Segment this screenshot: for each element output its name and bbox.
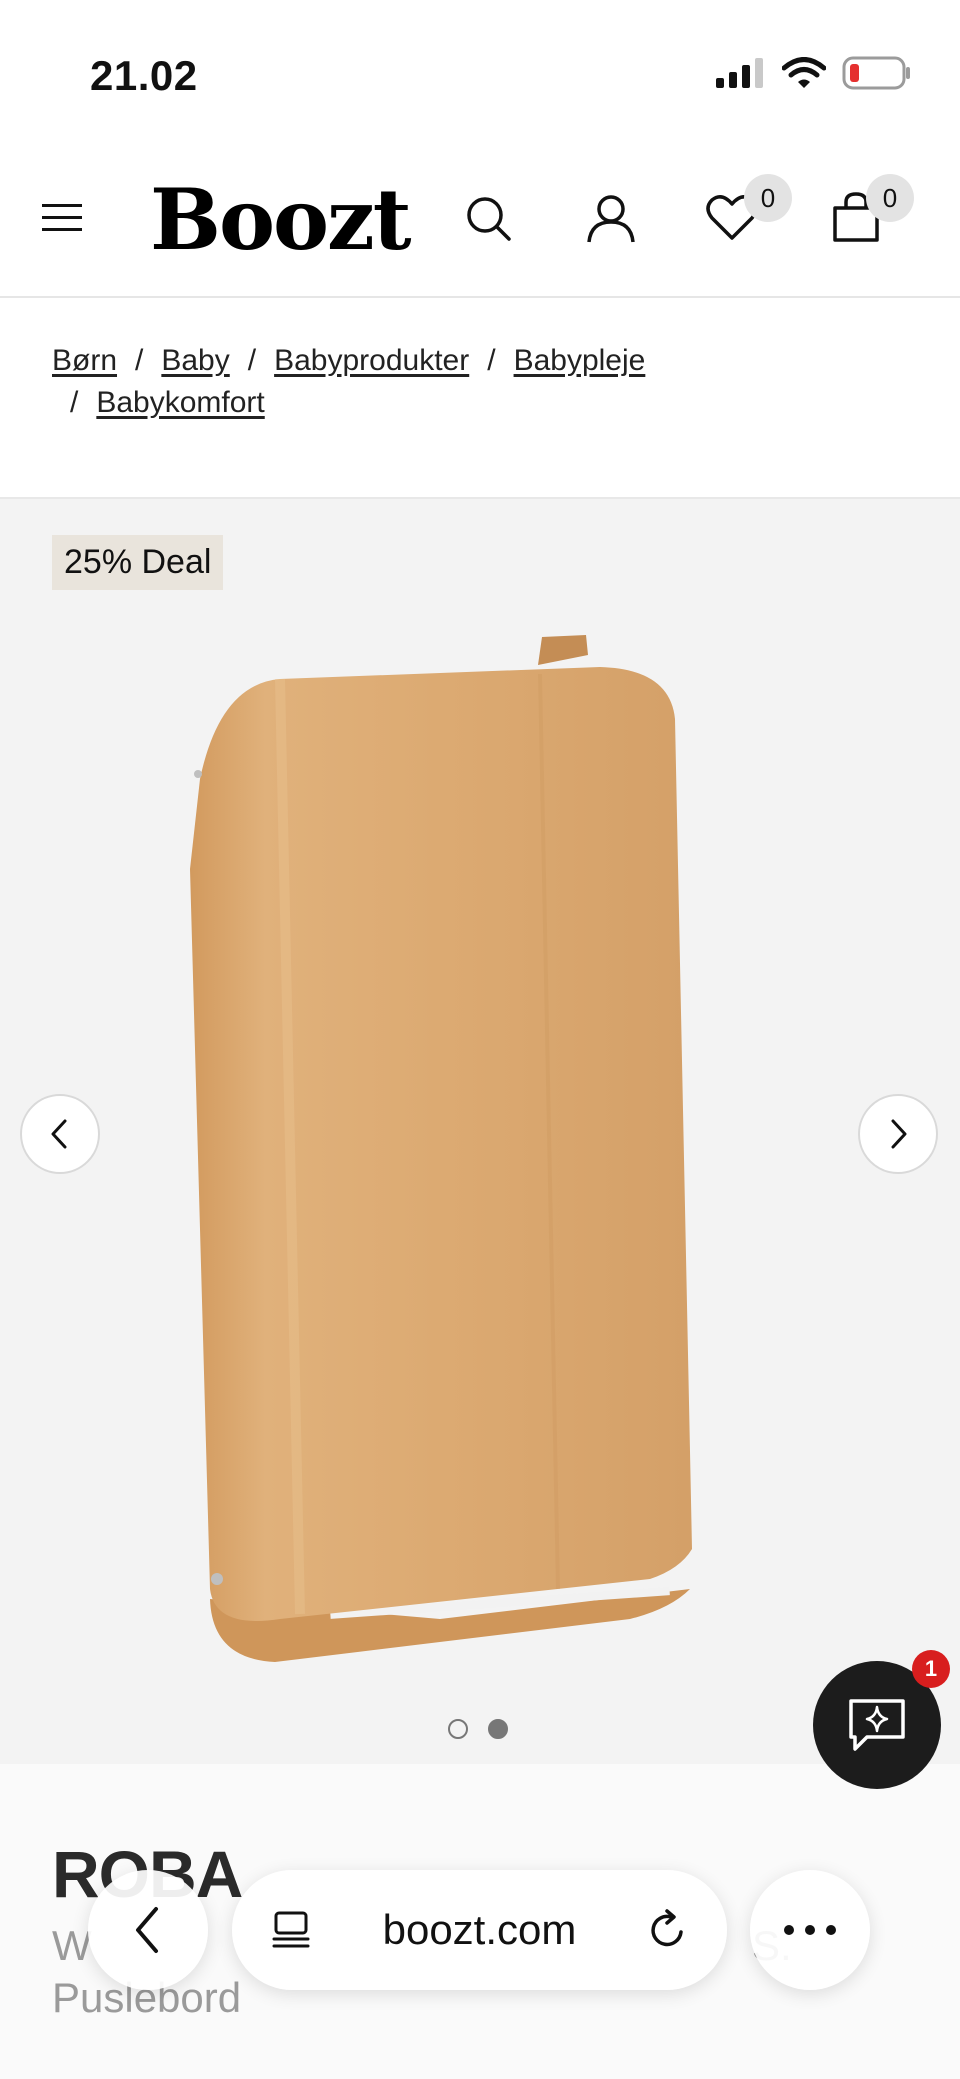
product-image[interactable]	[180, 579, 800, 1679]
breadcrumb-separator: /	[487, 344, 496, 377]
status-icons	[716, 56, 912, 90]
breadcrumb-link-babykomfort[interactable]: Babykomfort	[96, 386, 264, 419]
browser-toolbar: boozt.com	[0, 1870, 960, 1990]
cart-count-badge: 0	[866, 174, 914, 222]
search-icon[interactable]	[461, 190, 517, 246]
chevron-right-icon	[891, 1119, 907, 1149]
address-bar[interactable]: boozt.com	[232, 1870, 727, 1990]
battery-low-icon	[842, 56, 910, 90]
product-image-gallery[interactable]: 25% Deal	[0, 497, 960, 1764]
chevron-left-icon	[136, 1907, 158, 1953]
breadcrumb-separator: /	[247, 344, 257, 377]
reload-icon[interactable]	[647, 1908, 689, 1952]
breadcrumb-link-babypleje[interactable]: Babypleje	[514, 344, 646, 377]
browser-back-button[interactable]	[88, 1870, 208, 1990]
breadcrumb-separator: /	[135, 344, 144, 377]
breadcrumb-line-2: / Babykomfort	[52, 382, 912, 424]
breadcrumb: Børn / Baby / Babyprodukter / Babypleje / Babyk…	[52, 340, 912, 424]
cellular-signal-icon	[716, 58, 763, 88]
status-bar: 21.02	[0, 0, 960, 150]
breadcrumb-link-born[interactable]: Børn	[52, 344, 117, 377]
site-logo[interactable]: Boozt	[150, 170, 412, 269]
next-image-button[interactable]	[858, 1094, 938, 1174]
chevron-left-icon	[51, 1119, 67, 1149]
wifi-icon	[782, 57, 826, 88]
hamburger-menu-icon[interactable]	[40, 196, 84, 240]
breadcrumb-separator: /	[70, 386, 79, 419]
more-dots-icon	[784, 1925, 836, 1935]
status-time: 21.02	[90, 52, 198, 99]
chat-unread-badge: 1	[912, 1650, 950, 1688]
chat-sparkle-icon	[849, 1699, 905, 1751]
account-icon[interactable]	[583, 190, 639, 246]
image-pagination-dots	[448, 1719, 508, 1739]
breadcrumb-link-babyprodukter[interactable]: Babyprodukter	[274, 344, 469, 377]
wishlist-count-badge: 0	[744, 174, 792, 222]
address-url-text[interactable]: boozt.com	[383, 1906, 577, 1954]
breadcrumb-link-baby[interactable]: Baby	[161, 344, 229, 377]
site-header: Boozt 0 0	[0, 150, 960, 298]
tabs-overview-icon[interactable]	[270, 1909, 312, 1951]
browser-more-button[interactable]	[750, 1870, 870, 1990]
pagination-dot-1[interactable]	[448, 1719, 468, 1739]
pagination-dot-2-active[interactable]	[488, 1719, 508, 1739]
previous-image-button[interactable]	[20, 1094, 100, 1174]
